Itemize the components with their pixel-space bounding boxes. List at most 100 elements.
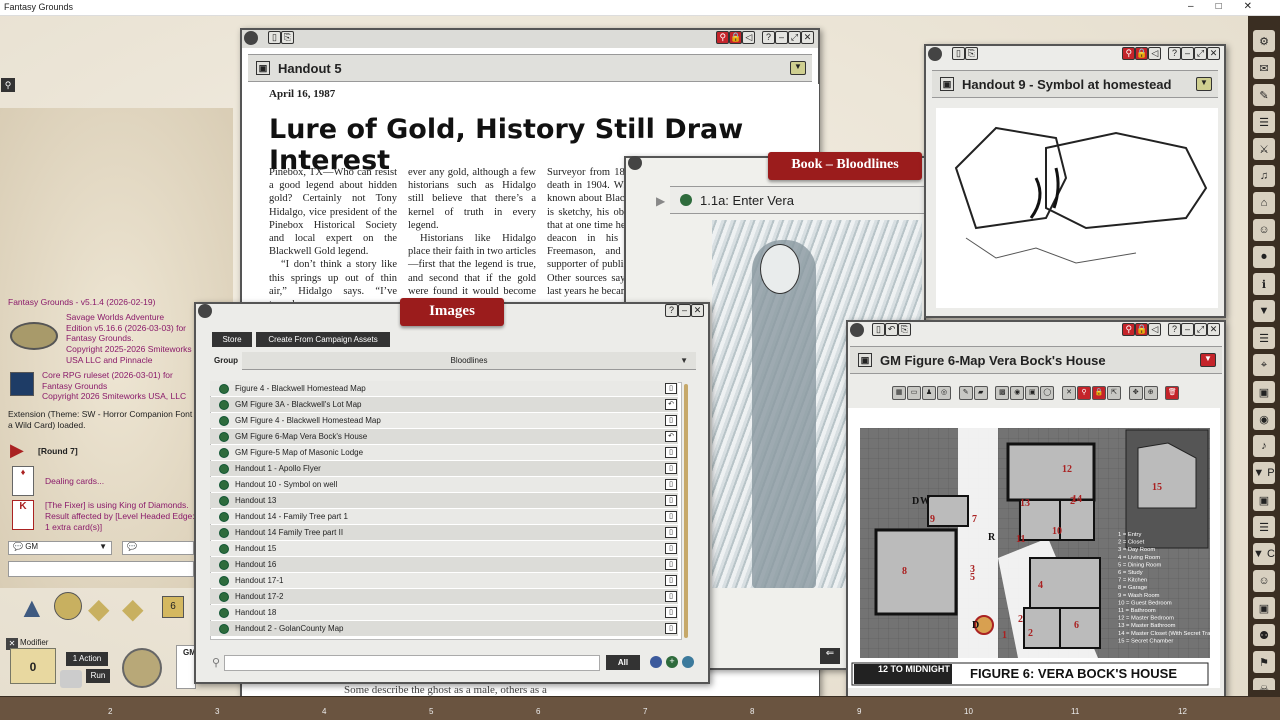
sidebar-tool-button[interactable]: ⚑ (1253, 651, 1275, 673)
share-image-icon[interactable]: ▯ (665, 591, 677, 602)
sidebar-tool-button[interactable]: ☺ (1253, 219, 1275, 241)
share-icon[interactable]: ◁ (1148, 47, 1162, 60)
pin-icon[interactable]: ⚲ (1077, 386, 1092, 400)
scrollbar[interactable] (684, 384, 688, 638)
share-image-icon[interactable]: ▯ (665, 415, 677, 426)
sidebar-tool-button[interactable]: ☠ (1253, 678, 1275, 690)
run-button[interactable]: Run (86, 669, 110, 683)
open-record-icon[interactable] (219, 479, 229, 490)
zoom-icon[interactable]: ⚲ (1122, 323, 1136, 336)
collapse-arrow-icon[interactable]: ▶ (656, 194, 665, 208)
modifier-box[interactable]: 0 (10, 648, 56, 684)
image-list-item[interactable]: Handout 14 Family Tree part II ▯ (210, 525, 678, 540)
dropdown-red-icon[interactable]: ▼ (1200, 353, 1216, 367)
pointer-icon[interactable]: ⇱ (1107, 386, 1122, 400)
close-icon[interactable]: ✕ (1207, 47, 1220, 60)
sidebar-tool-button[interactable]: ✎ (1253, 84, 1275, 106)
chat-input[interactable] (8, 561, 194, 577)
d10-icon[interactable]: ◆ (88, 592, 110, 625)
expand-icon[interactable]: ⤢ (1194, 47, 1207, 60)
image-list-item[interactable]: Handout 13 ▯ (210, 493, 678, 508)
d8-icon[interactable]: ◆ (122, 592, 144, 625)
eraser-icon[interactable]: ▰ (973, 386, 988, 400)
lock-icon[interactable]: 🔒 (1092, 386, 1107, 400)
share-image-icon[interactable]: ▯ (665, 559, 677, 570)
open-record-icon[interactable] (219, 575, 229, 586)
sidebar-tool-button[interactable]: ☰ (1253, 327, 1275, 349)
open-record-icon[interactable] (219, 383, 229, 394)
layout-icon[interactable]: ▯ (268, 31, 281, 44)
mask-icon[interactable]: ▩ (995, 386, 1010, 400)
link-icon[interactable] (650, 656, 662, 668)
dropdown-icon[interactable]: ▼ (1196, 77, 1212, 91)
sidebar-tool-button[interactable]: ♪ (1253, 435, 1275, 457)
create-from-assets-button[interactable]: Create From Campaign Assets (256, 332, 390, 347)
open-record-icon[interactable] (219, 623, 229, 634)
image-list-item[interactable]: Handout 16 ▯ (210, 557, 678, 572)
share-image-icon[interactable]: ▯ (665, 479, 677, 490)
filter-input[interactable] (224, 655, 600, 671)
add-icon[interactable]: + (666, 656, 678, 668)
open-record-icon[interactable] (219, 527, 229, 538)
open-record-icon[interactable] (219, 415, 229, 426)
lock-red-icon[interactable]: 🔒 (1135, 323, 1149, 336)
copy-icon[interactable]: ⎘ (281, 31, 294, 44)
share-icon[interactable]: ◁ (742, 31, 756, 44)
sidebar-tool-button[interactable]: ▼ P (1253, 462, 1275, 484)
lock-icon[interactable]: ⚲ (1, 78, 15, 92)
cross-icon[interactable]: ✕ (1062, 386, 1077, 400)
image-list-item[interactable]: Figure 4 - Blackwell Homestead Map ▯ (210, 381, 678, 396)
minimize-icon[interactable]: – (1181, 47, 1194, 60)
image-list-item[interactable]: Handout 2 - GolanCounty Map ▯ (210, 621, 678, 636)
pencil-icon[interactable]: ✎ (958, 386, 973, 400)
circle-icon[interactable]: ◯ (1040, 386, 1055, 400)
image-list-item[interactable]: Handout 14 - Family Tree part 1 ▯ (210, 509, 678, 524)
open-record-icon[interactable] (219, 559, 229, 570)
expand-icon[interactable]: ⤢ (1194, 323, 1207, 336)
open-record-icon[interactable] (219, 447, 229, 458)
share-image-icon[interactable]: ▯ (665, 575, 677, 586)
image-list-item[interactable]: Handout 10 - Symbol on well ▯ (210, 477, 678, 492)
help-icon[interactable]: ? (1168, 47, 1181, 60)
store-button[interactable]: Store (212, 332, 252, 347)
share-image-icon[interactable]: ▯ (665, 543, 677, 554)
share-image-icon[interactable]: ▯ (665, 495, 677, 506)
fill-icon[interactable]: ▣ (1025, 386, 1040, 400)
sidebar-tool-button[interactable]: ⚙ (1253, 30, 1275, 52)
filter-all-button[interactable]: All (606, 655, 640, 670)
image-list-item[interactable]: Handout 17-2 ▯ (210, 589, 678, 604)
copy-icon[interactable]: ⎘ (965, 47, 978, 60)
target-icon[interactable]: ◎ (937, 386, 951, 400)
sidebar-tool-button[interactable]: ⚔ (1253, 138, 1275, 160)
image-list-item[interactable]: GM Figure 4 - Blackwell Homestead Map ▯ (210, 413, 678, 428)
sidebar-tool-button[interactable]: ⚉ (1253, 624, 1275, 646)
token-icon[interactable]: ♟ (922, 386, 936, 400)
open-record-icon[interactable] (219, 591, 229, 602)
sidebar-tool-button[interactable]: ☰ (1253, 111, 1275, 133)
sidebar-tool-button[interactable]: ▼ C (1253, 543, 1275, 565)
savage-token-icon[interactable] (122, 648, 162, 688)
fg-icon[interactable] (244, 31, 258, 45)
action-button[interactable]: 1 Action (66, 652, 108, 666)
section-link-icon[interactable] (680, 194, 692, 206)
d6-icon[interactable]: 6 (162, 596, 184, 618)
expand-icon[interactable]: ⤢ (788, 31, 801, 44)
image-list-item[interactable]: Handout 17-1 ▯ (210, 573, 678, 588)
share-icon[interactable]: ◁ (1148, 323, 1162, 336)
identity-select[interactable]: 💬 GM ▼ (8, 541, 112, 555)
window-controls[interactable]: –□✕ (1188, 1, 1274, 12)
open-record-icon[interactable] (219, 543, 229, 554)
d4-icon[interactable]: ▲ (18, 592, 46, 624)
minimize-icon[interactable]: – (1181, 323, 1194, 336)
sidebar-tool-button[interactable]: ☺ (1253, 570, 1275, 592)
fg-icon[interactable] (628, 156, 642, 170)
close-icon[interactable]: ✕ (1207, 323, 1220, 336)
share-image-icon[interactable]: ▯ (665, 623, 677, 634)
sidebar-tool-button[interactable]: ▣ (1253, 489, 1275, 511)
fg-icon[interactable] (928, 47, 942, 61)
sidebar-tool-button[interactable]: ▣ (1253, 597, 1275, 619)
group-select[interactable]: Bloodlines ▼ (242, 352, 696, 370)
dropdown-icon[interactable]: ▼ (790, 61, 806, 75)
fg-icon[interactable] (198, 304, 212, 318)
back-button[interactable]: ⇐ (820, 648, 840, 664)
